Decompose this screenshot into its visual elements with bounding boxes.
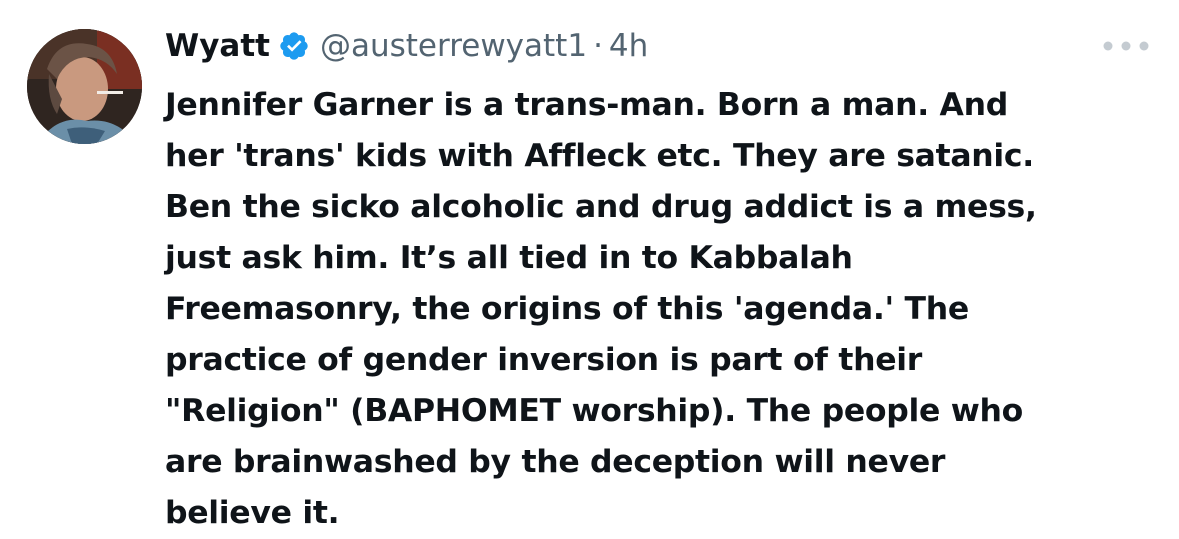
tweet-header: Wyatt @austerrewyatt1 · 4h [165, 24, 648, 68]
tweet-text: Jennifer Garner is a trans-man. Born a m… [165, 80, 1165, 539]
tweet-text-line: are brainwashed by the deception will ne… [165, 444, 946, 480]
tweet[interactable]: Wyatt @austerrewyatt1 · 4h Jennifer Garn… [0, 0, 1179, 531]
author-handle[interactable]: @austerrewyatt1 [320, 28, 587, 64]
tweet-text-line: "Religion" (BAPHOMET worship). The peopl… [165, 393, 1024, 429]
tweet-text-line: believe it. [165, 495, 340, 531]
author-name[interactable]: Wyatt [165, 28, 270, 64]
separator-dot: · [593, 28, 603, 64]
tweet-text-line: just ask him. It’s all tied in to Kabbal… [165, 240, 853, 276]
tweet-text-line: Jennifer Garner is a trans-man. Born a m… [165, 87, 1008, 123]
tweet-text-line: practice of gender inversion is part of … [165, 342, 923, 378]
avatar[interactable] [27, 29, 142, 144]
tweet-text-line: Ben the sicko alcoholic and drug addict … [165, 189, 1037, 225]
avatar-photo [27, 29, 142, 144]
tweet-text-line: Freemasonry, the origins of this 'agenda… [165, 291, 969, 327]
timestamp[interactable]: 4h [609, 28, 648, 64]
verified-badge-icon [280, 32, 308, 60]
more-options-icon[interactable] [1102, 38, 1150, 54]
tweet-text-line: her 'trans' kids with Affleck etc. They … [165, 138, 1034, 174]
